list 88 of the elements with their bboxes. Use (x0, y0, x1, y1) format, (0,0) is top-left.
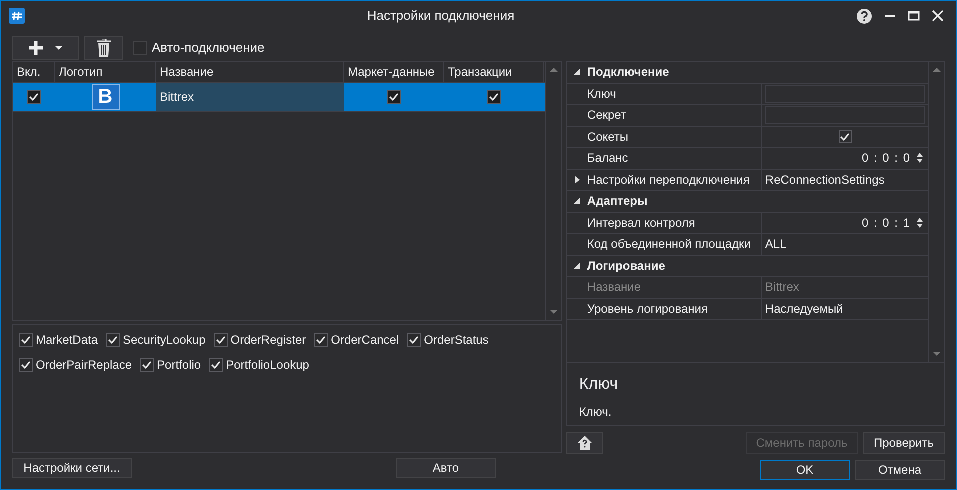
checkbox[interactable] (133, 41, 147, 55)
column-header[interactable]: Название (156, 62, 344, 82)
property-name: Настройки переподключения (587, 170, 762, 190)
checkbox[interactable] (209, 358, 224, 372)
checkmark-icon (409, 336, 420, 344)
property-name: Ключ (587, 84, 762, 104)
checkmark-icon (389, 93, 399, 101)
checkbox[interactable] (19, 358, 33, 372)
checkbox-label: OrderRegister (230, 332, 306, 349)
checkbox[interactable] (314, 333, 328, 347)
trash-icon (96, 39, 110, 57)
property-value: Bittrex (765, 279, 800, 296)
checkmark-icon (142, 361, 152, 369)
checkbox-label: OrderCancel (331, 332, 400, 349)
add-button[interactable] (12, 36, 79, 60)
column-header[interactable]: Вкл. (13, 62, 55, 82)
table-cell-text: Bittrex (160, 89, 194, 106)
column-header[interactable]: Маркет-данные (344, 62, 444, 82)
collapse-arrow-icon[interactable] (574, 198, 580, 204)
scroll-up-icon[interactable] (932, 68, 940, 72)
property-name: Код объединенной площадки (587, 234, 762, 254)
scroll-down-icon[interactable] (932, 352, 940, 356)
scrollbar[interactable] (928, 62, 944, 362)
category-label: Логирование (587, 258, 666, 275)
check-button[interactable]: Проверить (863, 432, 945, 454)
ok-button[interactable]: OK (760, 460, 850, 480)
cancel-button[interactable]: Отмена (855, 460, 945, 480)
description-text: Ключ. (579, 404, 613, 421)
property-value: ALL (765, 236, 787, 254)
checkbox[interactable] (214, 333, 228, 347)
home-button[interactable] (566, 432, 604, 454)
checkmark-icon (108, 336, 118, 344)
scroll-down-icon[interactable] (550, 310, 558, 314)
maximize-icon[interactable] (908, 10, 920, 22)
window-title: Настройки подключения (367, 7, 515, 26)
close-icon[interactable] (932, 10, 944, 22)
category-label: Адаптеры (587, 193, 648, 210)
checkbox[interactable] (487, 90, 501, 104)
checkbox[interactable] (838, 130, 852, 144)
checkbox-label: Авто-подключение (152, 39, 265, 58)
checkbox[interactable] (19, 333, 33, 347)
checkbox[interactable] (106, 333, 120, 347)
checkbox-label: Portfolio (157, 357, 202, 374)
property-name: Интервал контроля (587, 212, 762, 233)
property-name: Сокеты (587, 126, 762, 147)
property-value: ReConnectionSettings (765, 172, 885, 189)
checkbox[interactable] (140, 358, 154, 372)
delete-button[interactable] (84, 36, 123, 60)
sharp-logo-icon (11, 11, 23, 21)
time-spinner[interactable]: 0 : 0 : 0 (862, 148, 925, 168)
checkbox-label: PortfolioLookup (226, 357, 310, 374)
logo-tile: B (92, 84, 120, 110)
checkbox-label: SecurityLookup (123, 332, 206, 349)
network-settings-button[interactable]: Настройки сети... (12, 458, 132, 478)
checkbox-label: OrderStatus (424, 332, 489, 349)
property-name: Секрет (587, 105, 762, 126)
checkbox[interactable] (387, 90, 401, 104)
plus-icon (28, 41, 42, 55)
checkmark-icon (21, 361, 31, 369)
checkmark-icon (489, 93, 499, 101)
checkmark-icon (840, 132, 850, 141)
column-header[interactable]: Логотип (55, 62, 156, 82)
table-row[interactable]: B Bittrex (13, 83, 546, 112)
column-header[interactable]: Транзакции (444, 62, 544, 82)
category-label: Подключение (587, 64, 670, 82)
checkmark-icon (211, 361, 222, 369)
checkmark-icon (21, 336, 31, 344)
checkbox[interactable] (407, 333, 422, 347)
checkmark-icon (29, 93, 39, 101)
checkbox-label: OrderPairReplace (36, 357, 132, 374)
checkbox-label: MarketData (36, 332, 98, 349)
caret-icon (54, 46, 62, 50)
house-icon (578, 436, 592, 450)
scroll-up-icon[interactable] (550, 68, 558, 72)
checkbox[interactable] (27, 90, 41, 104)
property-name: Уровень логирования (587, 298, 762, 319)
checkmark-icon (316, 336, 326, 344)
expand-arrow-icon[interactable] (574, 176, 580, 184)
help-icon[interactable] (857, 8, 872, 24)
description-title: Ключ (579, 375, 620, 395)
property-value: Наследуемый (765, 300, 844, 318)
property-name: Баланс (587, 148, 762, 168)
collapse-arrow-icon[interactable] (574, 69, 580, 76)
checkmark-icon (216, 336, 226, 344)
collapse-arrow-icon[interactable] (574, 262, 580, 269)
property-name: Название (587, 277, 762, 298)
auto-button[interactable]: Авто (396, 458, 496, 478)
time-spinner[interactable]: 0 : 0 : 1 (862, 212, 925, 233)
